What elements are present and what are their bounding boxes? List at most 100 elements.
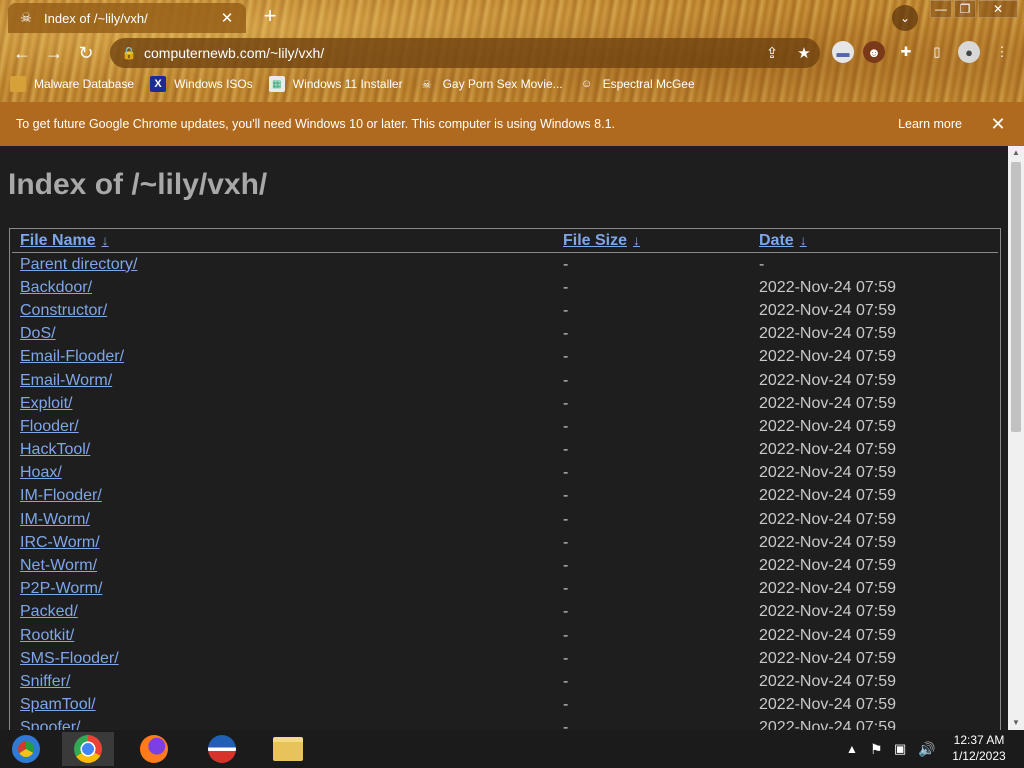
directory-link[interactable]: IRC-Worm/ (20, 534, 100, 551)
size-cell: - (563, 696, 569, 714)
date-cell: 2022-Nov-24 07:59 (759, 533, 896, 551)
extension-flag-icon[interactable]: ▬ (832, 41, 854, 63)
menu-kebab-icon[interactable]: ⋮ (991, 41, 1013, 63)
close-window-button[interactable]: ✕ (978, 0, 1018, 18)
name-cell: Parent directory/ (12, 256, 553, 274)
date-cell: 2022-Nov-24 07:59 (759, 464, 896, 482)
size-cell: - (563, 325, 569, 343)
directory-link[interactable]: Email-Flooder/ (20, 348, 124, 365)
side-panel-icon[interactable]: ▯ (926, 41, 948, 63)
avatar-icon: ☺ (581, 78, 593, 90)
extensions-puzzle-icon[interactable]: ✚ (895, 41, 917, 63)
sort-by-size-link[interactable]: File Size (563, 232, 627, 249)
taskbar-firefox[interactable] (128, 732, 180, 766)
directory-link[interactable]: Email-Worm/ (20, 372, 112, 389)
chrome-icon (74, 735, 102, 763)
name-cell: Rootkit/ (12, 627, 553, 645)
bookmark-star-icon[interactable]: ★ (788, 44, 820, 62)
scroll-up-icon[interactable]: ▲ (1008, 146, 1024, 160)
scroll-down-icon[interactable]: ▼ (1008, 716, 1024, 730)
address-bar[interactable]: 🔒 computernewb.com/~lily/vxh/ ⇪ ★ (110, 38, 820, 68)
directory-link[interactable]: Spoofer/ (20, 719, 80, 730)
name-cell: Exploit/ (12, 395, 553, 413)
name-cell: Hoax/ (12, 464, 553, 482)
minimize-button[interactable]: — (930, 0, 952, 18)
bookmark-espectral-mcgee[interactable]: ☺ Espectral McGee (579, 76, 695, 92)
directory-link[interactable]: SpamTool/ (20, 696, 96, 713)
directory-link[interactable]: Exploit/ (20, 395, 72, 412)
profile-icon[interactable]: ● (958, 41, 980, 63)
url-text[interactable]: computernewb.com/~lily/vxh/ (144, 45, 756, 61)
sort-arrow-icon[interactable]: ↓ (633, 232, 640, 248)
new-tab-button[interactable]: + (258, 5, 282, 29)
directory-link[interactable]: Constructor/ (20, 302, 107, 319)
taskbar-file-explorer[interactable] (262, 732, 314, 766)
listing-header: File Name ↓ File Size ↓ Date ↓ (12, 229, 998, 253)
restore-button[interactable]: ❐ (954, 0, 976, 18)
extension-avatar-icon[interactable]: ☻ (863, 41, 885, 63)
date-cell: 2022-Nov-24 07:59 (759, 510, 896, 528)
page-content: Index of /~lily/vxh/ File Name ↓ File Siz… (0, 146, 1008, 730)
date-header-cell: Date ↓ (751, 232, 998, 250)
date-cell: 2022-Nov-24 07:59 (759, 301, 896, 319)
tab-search-button[interactable]: ⌄ (892, 5, 918, 31)
size-cell: - (563, 626, 569, 644)
page-scrollbar[interactable]: ▲ ▼ (1008, 146, 1024, 730)
action-center-flag-icon[interactable]: ⚑ (870, 730, 883, 768)
directory-link[interactable]: DoS/ (20, 325, 56, 342)
table-row: DoS/ - 2022-Nov-24 07:59 (12, 323, 998, 346)
taskbar-chrome-dev[interactable] (0, 732, 52, 766)
directory-link[interactable]: Sniffer/ (20, 673, 70, 690)
directory-link[interactable]: Hoax/ (20, 464, 62, 481)
name-cell: Email-Worm/ (12, 372, 553, 390)
show-hidden-icons-button[interactable]: ▲ (846, 730, 858, 768)
share-icon[interactable]: ⇪ (756, 44, 788, 62)
sort-arrow-icon[interactable]: ↓ (800, 232, 807, 248)
directory-link[interactable]: Rootkit/ (20, 627, 74, 644)
image-icon: ▦ (268, 76, 285, 92)
forward-button[interactable]: → (41, 40, 67, 66)
bookmark-windows-isos[interactable]: X Windows ISOs (150, 76, 253, 92)
directory-link[interactable]: Packed/ (20, 603, 78, 620)
directory-link[interactable]: Backdoor/ (20, 279, 92, 296)
table-row: Packed/ - 2022-Nov-24 07:59 (12, 601, 998, 624)
table-row: Hoax/ - 2022-Nov-24 07:59 (12, 462, 998, 485)
directory-link[interactable]: Parent directory/ (20, 256, 137, 273)
size-cell: - (563, 417, 569, 435)
directory-link[interactable]: P2P-Worm/ (20, 580, 102, 597)
taskbar-obama-app[interactable] (196, 732, 248, 766)
taskbar-clock[interactable]: 12:37 AM 1/12/2023 (940, 732, 1018, 764)
volume-icon[interactable]: 🔊 (918, 730, 935, 768)
directory-link[interactable]: IM-Flooder/ (20, 487, 102, 504)
bookmark-windows-11-installer[interactable]: ▦ Windows 11 Installer (268, 76, 403, 92)
browser-tab[interactable]: ☠ Index of /~lily/vxh/ ✕ (8, 3, 246, 33)
bookmark-site[interactable]: ☠ Gay Porn Sex Movie... (419, 76, 563, 92)
reload-button[interactable]: ↻ (73, 40, 99, 66)
back-button[interactable]: ← (9, 40, 35, 66)
directory-link[interactable]: IM-Worm/ (20, 511, 90, 528)
scrollbar-thumb[interactable] (1011, 162, 1021, 432)
file-explorer-icon (273, 737, 303, 761)
name-header-cell: File Name ↓ (12, 232, 553, 250)
directory-link[interactable]: SMS-Flooder/ (20, 650, 119, 667)
directory-link[interactable]: Flooder/ (20, 418, 79, 435)
directory-link[interactable]: Net-Worm/ (20, 557, 97, 574)
directory-link[interactable]: HackTool/ (20, 441, 90, 458)
folder-icon (10, 76, 26, 92)
size-cell: - (563, 557, 569, 575)
infobar-close-icon[interactable]: ✕ (986, 114, 1010, 135)
sort-by-date-link[interactable]: Date (759, 232, 794, 249)
learn-more-link[interactable]: Learn more (898, 117, 962, 131)
tab-close-icon[interactable]: ✕ (218, 9, 236, 27)
name-cell: Net-Worm/ (12, 557, 553, 575)
sort-by-name-link[interactable]: File Name (20, 232, 96, 249)
sort-arrow-icon[interactable]: ↓ (102, 232, 109, 248)
size-cell: - (563, 394, 569, 412)
table-row: SMS-Flooder/ - 2022-Nov-24 07:59 (12, 647, 998, 670)
name-cell: IRC-Worm/ (12, 534, 553, 552)
bookmark-malware-database[interactable]: Malware Database (10, 76, 134, 92)
update-infobar: To get future Google Chrome updates, you… (0, 102, 1024, 146)
taskbar-chrome[interactable] (62, 732, 114, 766)
clock-time: 12:37 AM (953, 733, 1005, 747)
network-icon[interactable]: ▣ (894, 730, 906, 768)
